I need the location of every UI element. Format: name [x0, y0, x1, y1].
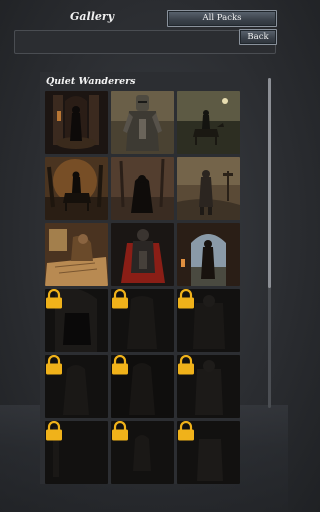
lock-icon — [178, 421, 194, 441]
scrollbar-thumb[interactable] — [268, 78, 271, 288]
gallery-thumb-red-cloak-warrior[interactable] — [111, 223, 174, 286]
lock-icon — [46, 421, 62, 441]
back-button[interactable]: Back — [239, 29, 277, 45]
pack-title: Quiet Wanderers — [46, 76, 136, 87]
lock-icon — [112, 421, 128, 441]
gallery-thumb-scholar-map-table[interactable] — [45, 223, 108, 286]
lock-icon — [178, 289, 194, 309]
gallery-thumb-locked-7[interactable] — [45, 421, 108, 484]
page-title: Gallery — [70, 10, 115, 23]
gallery-thumb-figure-in-archway[interactable] — [177, 223, 240, 286]
header-bar — [14, 30, 276, 54]
gallery-thumb-locked-3[interactable] — [177, 289, 240, 352]
gallery-thumb-armored-knight[interactable] — [111, 91, 174, 154]
gallery-thumb-locked-5[interactable] — [111, 355, 174, 418]
gallery-thumb-locked-9[interactable] — [177, 421, 240, 484]
gallery-thumb-rider-at-dusk[interactable] — [177, 91, 240, 154]
gallery-thumb-locked-8[interactable] — [111, 421, 174, 484]
gallery-thumb-wanderer-signpost[interactable] — [177, 157, 240, 220]
gallery-thumb-locked-1[interactable] — [45, 289, 108, 352]
lock-icon — [46, 355, 62, 375]
gallery-thumb-locked-4[interactable] — [45, 355, 108, 418]
gallery-scrollbar[interactable] — [268, 78, 271, 408]
lock-icon — [112, 289, 128, 309]
lock-icon — [178, 355, 194, 375]
gallery-thumb-locked-2[interactable] — [111, 289, 174, 352]
gallery-thumb-cloaked-figure-mist[interactable] — [111, 157, 174, 220]
gallery-thumb-dark-rider-forest[interactable] — [45, 157, 108, 220]
gallery-thumb-locked-6[interactable] — [177, 355, 240, 418]
lock-icon — [112, 355, 128, 375]
lock-icon — [46, 289, 62, 309]
all-packs-button[interactable]: All Packs — [167, 10, 277, 27]
gallery-thumb-gothic-hall-knight[interactable] — [45, 91, 108, 154]
